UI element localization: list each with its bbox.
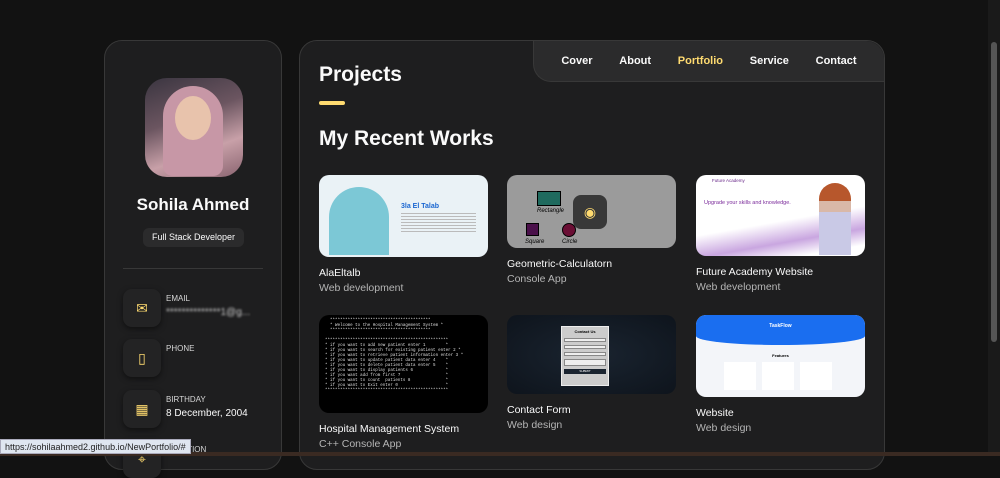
project-category: Web development: [696, 281, 781, 293]
contact-label: EMAIL: [166, 294, 191, 303]
thumb-label: Square: [525, 239, 545, 245]
project-card[interactable]: TaskFlow Features Website Web design: [696, 315, 865, 434]
status-bar-url: https://sohilaahmed2.github.io/NewPortfo…: [0, 439, 191, 454]
mail-icon: ✉: [123, 289, 161, 327]
project-category: C++ Console App: [319, 438, 402, 450]
birthday-value: 8 December, 2004: [166, 408, 248, 419]
project-thumbnail[interactable]: Future Academy Upgrade your skills and k…: [696, 175, 865, 256]
project-thumbnail[interactable]: ****************************************…: [319, 315, 488, 413]
section-heading: My Recent Works: [319, 127, 494, 150]
thumb-heading: TaskFlow: [769, 323, 792, 329]
thumb-label: Circle: [562, 239, 578, 245]
title-underline: [319, 101, 345, 105]
thumb-heading: 3la El Talab: [401, 203, 439, 210]
project-title: Website: [696, 407, 734, 419]
navbar: Cover About Portfolio Service Contact: [533, 41, 884, 82]
project-thumbnail[interactable]: Contact Us SUBMIT: [507, 315, 676, 394]
project-thumbnail[interactable]: 3la El Talab: [319, 175, 488, 257]
profile-name: Sohila Ahmed: [136, 195, 250, 214]
project-card[interactable]: 3la El Talab AlaEltalb Web development: [319, 175, 488, 294]
sidebar: Sohila Ahmed Full Stack Developer ✉ EMAI…: [104, 40, 282, 478]
project-thumbnail[interactable]: Rectangle Square Circle ◉: [507, 175, 676, 248]
project-category: Web development: [319, 282, 404, 294]
nav-about[interactable]: About: [619, 55, 651, 67]
project-title: AlaEltalb: [319, 267, 361, 279]
nav-service[interactable]: Service: [750, 55, 789, 67]
nav-portfolio[interactable]: Portfolio: [678, 55, 723, 67]
profile-title-badge: Full Stack Developer: [143, 228, 244, 247]
project-category: Web design: [696, 422, 752, 434]
thumb-heading: Future Academy: [712, 178, 745, 183]
thumb-tagline: Upgrade your skills and knowledge.: [704, 200, 791, 206]
scrollbar-thumb[interactable]: [991, 42, 997, 342]
project-card[interactable]: ****************************************…: [319, 315, 488, 450]
avatar: [145, 78, 243, 177]
eye-icon[interactable]: ◉: [573, 195, 607, 229]
main-panel: Cover About Portfolio Service Contact Pr…: [299, 40, 885, 470]
scrollbar[interactable]: [988, 0, 1000, 456]
project-category: Web design: [507, 419, 563, 431]
page-title: Projects: [319, 63, 402, 86]
project-thumbnail[interactable]: TaskFlow Features: [696, 315, 865, 397]
thumb-submit: SUBMIT: [564, 369, 606, 374]
project-category: Console App: [507, 273, 567, 285]
project-title: Geometric-Calculatorn: [507, 258, 613, 270]
nav-cover[interactable]: Cover: [561, 55, 592, 67]
thumb-subheading: Features: [772, 353, 789, 358]
email-link[interactable]: **************1@g...: [166, 307, 250, 318]
nav-contact[interactable]: Contact: [816, 55, 857, 67]
thumb-heading: Contact Us: [574, 329, 596, 334]
calendar-icon: ▦: [123, 390, 161, 428]
project-card[interactable]: Future Academy Upgrade your skills and k…: [696, 175, 865, 293]
phone-icon: ▯: [123, 339, 161, 377]
project-card[interactable]: Rectangle Square Circle ◉ Geometric-Calc…: [507, 175, 676, 285]
divider: [123, 268, 263, 269]
contact-label: PHONE: [166, 344, 195, 353]
thumb-label: Rectangle: [537, 208, 565, 214]
project-title: Future Academy Website: [696, 266, 814, 278]
contact-label: BIRTHDAY: [166, 395, 206, 404]
project-title: Hospital Management System: [319, 423, 460, 435]
project-card[interactable]: Contact Us SUBMIT Contact Form Web desig…: [507, 315, 676, 431]
project-title: Contact Form: [507, 404, 571, 416]
